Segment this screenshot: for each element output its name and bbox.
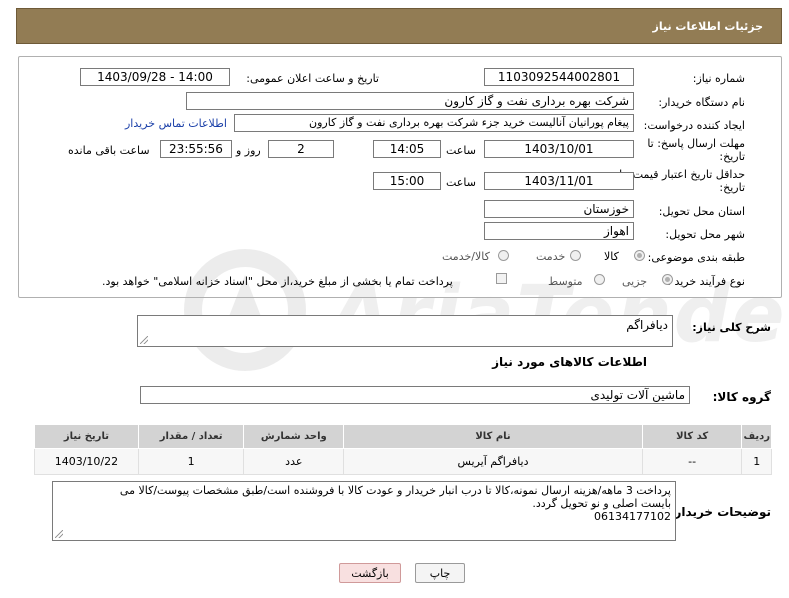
buyer-org-label: نام دستگاه خریدار:	[658, 96, 745, 109]
process-medium-radio[interactable]	[594, 274, 605, 285]
category-service-label: خدمت	[536, 250, 566, 263]
row-date: 1403/10/22	[34, 448, 139, 475]
row-unit: عدد	[243, 448, 345, 475]
remaining-time-field[interactable]: 23:55:56	[160, 140, 232, 158]
creator-field[interactable]: پیغام پورانیان آنالیست خرید جزء شرکت بهر…	[234, 114, 634, 132]
buyer-notes-line-1: پرداخت 3 ماهه/هزینه ارسال نمونه،کالا تا …	[119, 484, 671, 497]
col-unit: واحد شمارش	[243, 424, 345, 449]
buyer-org-field[interactable]: شرکت بهره برداری نفت و گاز کارون	[186, 92, 634, 110]
reply-time-label: ساعت	[446, 144, 476, 157]
announce-label: تاریخ و ساعت اعلان عمومی:	[246, 72, 379, 85]
col-code: کد کالا	[641, 424, 743, 449]
price-validity-label: حداقل تاریخ اعتبار قیمت: تا تاریخ:	[619, 168, 745, 194]
goods-table-header: ردیف کد کالا نام کالا واحد شمارش تعداد /…	[34, 424, 772, 449]
category-goods-label: کالا	[604, 250, 619, 263]
row-index: 1	[741, 448, 772, 475]
buyer-notes-line-3: 06134177102	[594, 510, 671, 523]
price-date-field[interactable]: 1403/11/01	[484, 172, 634, 190]
reply-date-field[interactable]: 1403/10/01	[484, 140, 634, 158]
resize-handle-icon[interactable]	[140, 336, 148, 344]
description-label: شرح کلی نیاز:	[692, 321, 771, 334]
category-goods-service-label: کالا/خدمت	[442, 250, 490, 263]
row-code: --	[641, 448, 743, 475]
process-label: نوع فرآیند خرید :	[667, 275, 745, 288]
goods-section-title: اطلاعات کالاهای مورد نیاز	[492, 355, 647, 369]
table-row[interactable]: 1 -- دیافراگم آیریس عدد 1 1403/10/22	[34, 448, 772, 475]
page-title: جزئیات اطلاعات نیاز	[652, 20, 764, 33]
buyer-contact-link[interactable]: اطلاعات تماس خریدار	[125, 117, 227, 130]
resize-handle-icon[interactable]	[55, 530, 63, 538]
page-header: جزئیات اطلاعات نیاز	[16, 8, 782, 44]
remaining-label: ساعت باقی مانده	[68, 144, 150, 157]
col-index: ردیف	[741, 424, 772, 449]
remaining-days-field[interactable]: 2	[268, 140, 334, 158]
goods-group-field[interactable]: ماشین آلات تولیدی	[140, 386, 690, 404]
buyer-notes-line-2: بایست اصلی و نو تحویل گردد.	[532, 497, 671, 510]
goods-group-label: گروه کالا:	[712, 390, 771, 404]
days-label: روز و	[236, 144, 261, 157]
need-number-field[interactable]: 1103092544002801	[484, 68, 634, 86]
process-medium-label: متوسط	[548, 275, 583, 288]
price-time-label: ساعت	[446, 176, 476, 189]
goods-table: ردیف کد کالا نام کالا واحد شمارش تعداد /…	[34, 424, 772, 475]
col-qty: تعداد / مقدار	[137, 424, 245, 449]
category-label: طبقه بندی موضوعی:	[647, 251, 745, 264]
announce-field[interactable]: 1403/09/28 - 14:00	[80, 68, 230, 86]
category-goods-radio[interactable]	[634, 250, 645, 261]
province-field[interactable]: خوزستان	[484, 200, 634, 218]
need-number-label: شماره نیاز:	[692, 72, 745, 85]
price-time-field[interactable]: 15:00	[373, 172, 441, 190]
category-goods-service-radio[interactable]	[498, 250, 509, 261]
description-text: دیافراگم	[626, 318, 668, 332]
treasury-payment-checkbox[interactable]	[496, 273, 507, 284]
province-label: استان محل تحویل:	[658, 205, 745, 218]
process-minor-radio[interactable]	[662, 274, 673, 285]
city-label: شهر محل تحویل:	[665, 228, 745, 241]
process-minor-label: جزیی	[622, 275, 648, 288]
row-qty: 1	[137, 448, 245, 475]
row-name: دیافراگم آیریس	[343, 448, 643, 475]
buyer-notes-label: توضیحات خریدار:	[669, 505, 771, 519]
col-date: تاریخ نیاز	[34, 424, 139, 449]
back-button[interactable]: بازگشت	[339, 563, 401, 583]
reply-deadline-label: مهلت ارسال پاسخ: تا تاریخ:	[647, 137, 745, 163]
creator-label: ایجاد کننده درخواست:	[643, 119, 745, 132]
description-textarea[interactable]: دیافراگم	[137, 315, 673, 347]
treasury-payment-note: پرداخت تمام یا بخشی از مبلغ خرید،از محل …	[102, 275, 453, 288]
reply-time-field[interactable]: 14:05	[373, 140, 441, 158]
buyer-notes-textarea[interactable]: پرداخت 3 ماهه/هزینه ارسال نمونه،کالا تا …	[52, 481, 676, 541]
col-name: نام کالا	[343, 424, 643, 449]
city-field[interactable]: اهواز	[484, 222, 634, 240]
print-button[interactable]: چاپ	[415, 563, 465, 583]
category-service-radio[interactable]	[570, 250, 581, 261]
